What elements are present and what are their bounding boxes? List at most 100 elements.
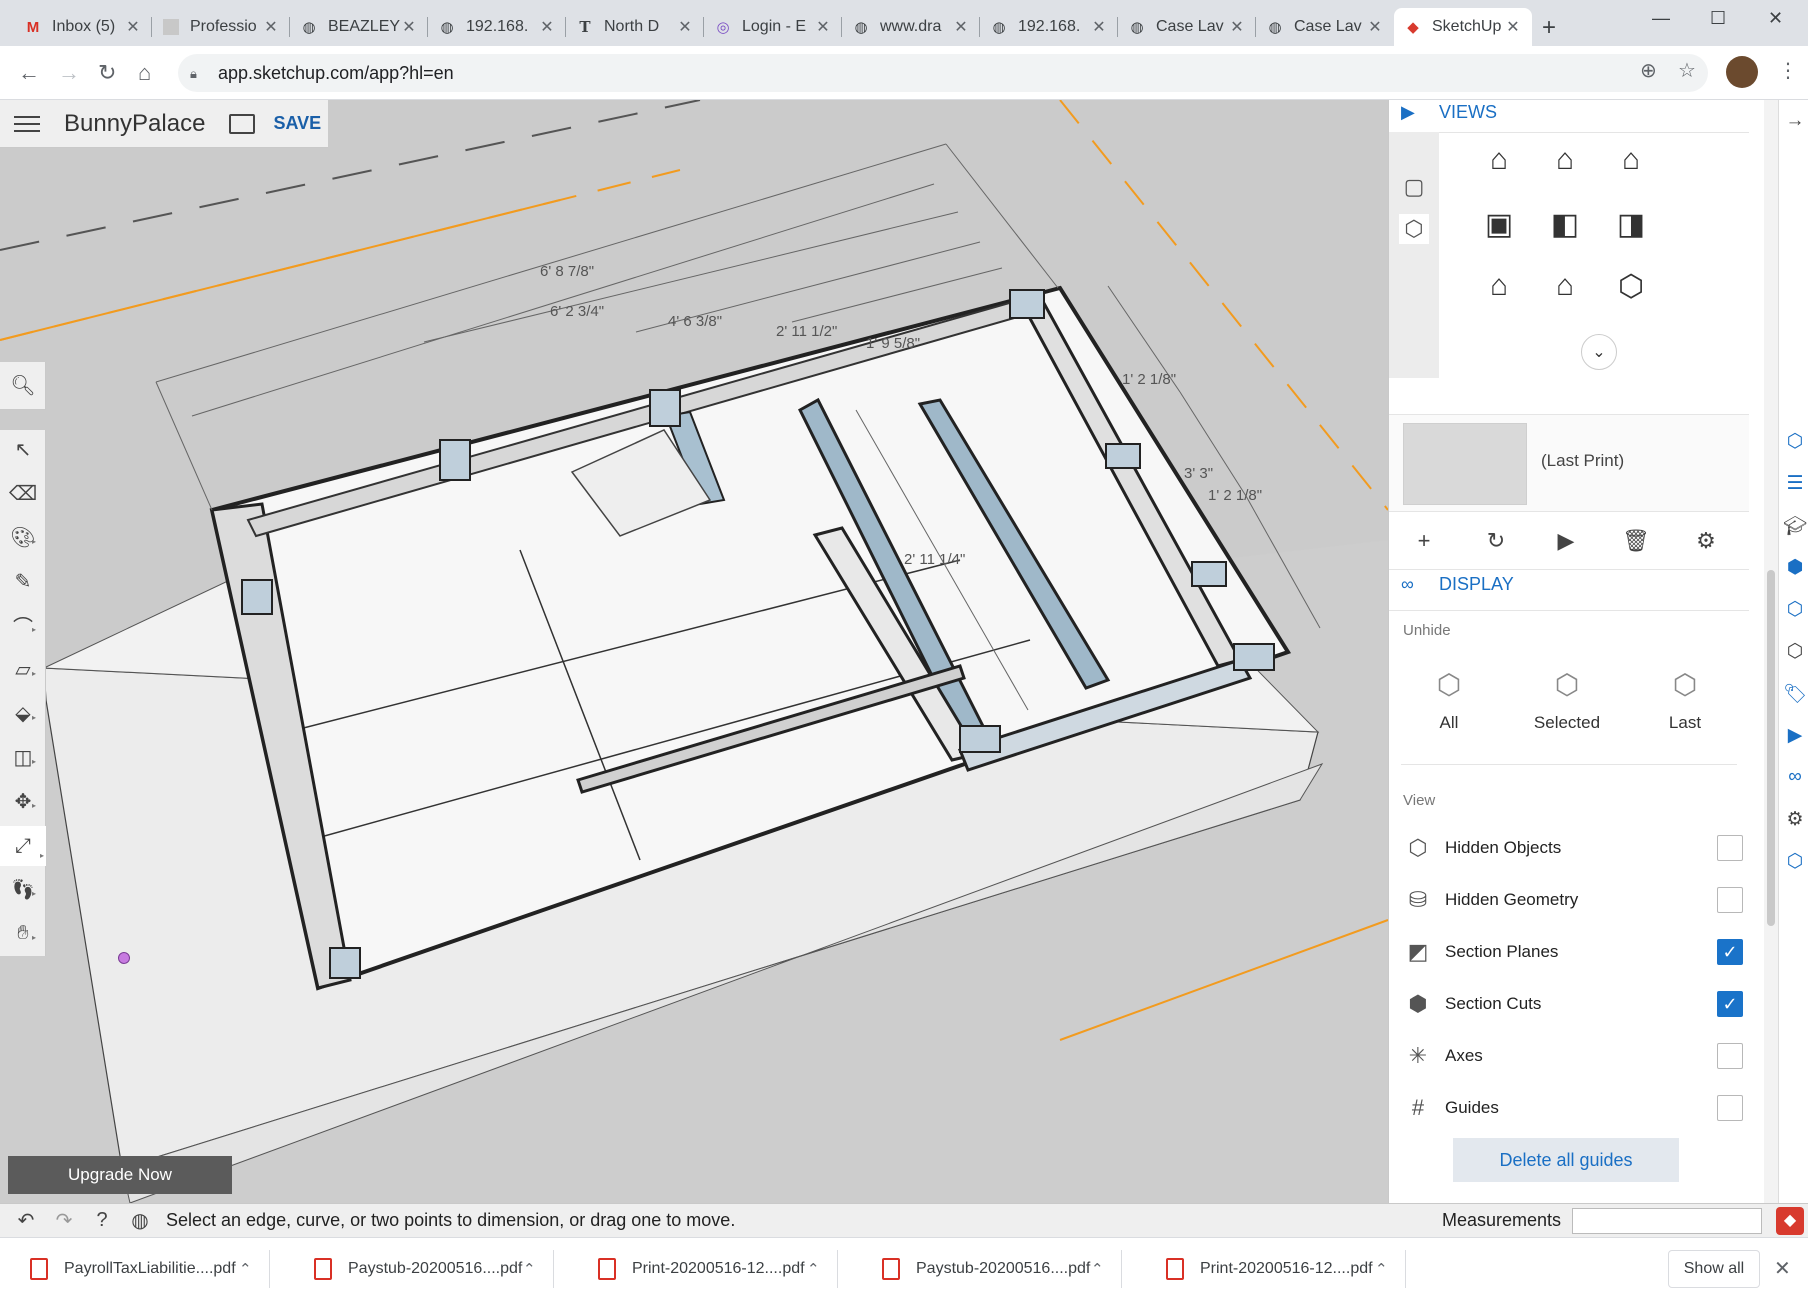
menu-icon[interactable] (14, 111, 40, 137)
gear-icon[interactable]: ⚙ (1691, 528, 1721, 554)
maximize-icon[interactable]: ☐ (1710, 8, 1726, 29)
iso-view-icon[interactable]: ⌂ (1479, 140, 1519, 180)
back-view-icon[interactable]: ◨ (1611, 204, 1651, 244)
search-icon[interactable]: 🔍︎ (8, 370, 38, 400)
chevron-up-icon[interactable]: ⌃ (239, 1260, 269, 1278)
push-pull-tool-icon[interactable]: ⬙ ▸ (8, 698, 38, 728)
close-tab-icon[interactable]: ✕ (814, 17, 832, 37)
address-bar[interactable]: 🔒︎ app.sketchup.com/app?hl=en (178, 54, 1708, 92)
shadows-icon[interactable]: ⚙ (1783, 808, 1807, 831)
add-icon[interactable]: ⊕ (1640, 58, 1657, 83)
close-tab-icon[interactable]: ✕ (952, 17, 970, 37)
browser-tab-active[interactable]: ◆ SketchUp ✕ (1394, 8, 1532, 46)
instructor-icon[interactable]: 🎓︎ (1783, 514, 1807, 538)
section-cuts-checkbox[interactable]: ✓ (1717, 991, 1743, 1017)
browser-tab[interactable]: ◍ www.dra ✕ (842, 8, 980, 46)
play-icon[interactable]: ▶ (1551, 528, 1581, 554)
collapse-panel-icon[interactable]: → (1783, 110, 1807, 132)
scene-item[interactable]: (Last Print) (1389, 414, 1749, 512)
help-icon[interactable]: ? (90, 1209, 114, 1232)
scenes-tray-icon[interactable]: ▶ (1783, 724, 1807, 747)
parallel-view-icon[interactable]: ⬡ (1611, 266, 1651, 306)
cube-view-icon[interactable]: ⬡ (1399, 214, 1429, 244)
bookmark-star-icon[interactable]: ☆ (1678, 58, 1696, 83)
chevron-up-icon[interactable]: ⌃ (1375, 1260, 1405, 1278)
tags-icon[interactable]: 🏷︎ (1783, 682, 1807, 706)
browser-tab[interactable]: ◍ BEAZLEY ✕ (290, 8, 428, 46)
show-all-downloads-button[interactable]: Show all (1668, 1250, 1760, 1288)
close-tab-icon[interactable]: ✕ (1366, 17, 1384, 37)
hidden-geometry-checkbox[interactable] (1717, 887, 1743, 913)
chevron-down-icon[interactable]: ⌄ (1581, 334, 1617, 370)
home-icon[interactable]: ⌂ (138, 60, 151, 86)
rectangle-tool-icon[interactable]: ▱ ▸ (8, 654, 38, 684)
redo-icon[interactable]: ↷ (52, 1208, 76, 1233)
bottom-view-icon[interactable]: ⌂ (1611, 140, 1651, 180)
orbit-tool-icon[interactable]: ✋︎ ▸ (8, 918, 38, 948)
views-header[interactable]: ▶ VIEWS (1401, 102, 1497, 123)
browser-tab[interactable]: ◎ Login - E ✕ (704, 8, 842, 46)
components-icon[interactable]: ⬢ (1783, 556, 1807, 579)
download-item[interactable]: Print-20200516-12....pdf ⌃ (568, 1250, 838, 1288)
top-view-icon[interactable]: ⌂ (1545, 140, 1585, 180)
move-tool-icon[interactable]: ✥ ▸ (8, 786, 38, 816)
download-item[interactable]: Paystub-20200516....pdf ⌃ (284, 1250, 554, 1288)
close-tab-icon[interactable]: ✕ (400, 17, 418, 37)
add-scene-icon[interactable]: + (1409, 528, 1439, 554)
unhide-selected-button[interactable]: ⬡ Selected (1517, 668, 1617, 733)
reload-icon[interactable]: ↻ (98, 60, 116, 86)
select-tool-icon[interactable]: ↖ (8, 434, 38, 464)
paint-tool-icon[interactable]: 🎨︎ ▸ (8, 522, 38, 552)
download-item[interactable]: Paystub-20200516....pdf ⌃ (852, 1250, 1122, 1288)
entity-info-icon[interactable]: ⬡ (1783, 430, 1807, 453)
close-tab-icon[interactable]: ✕ (124, 17, 142, 37)
close-downloads-icon[interactable]: ✕ (1774, 1256, 1791, 1281)
close-window-icon[interactable]: ✕ (1768, 8, 1783, 29)
model-canvas[interactable]: 6' 8 7/8" 6' 2 3/4" 4' 6 3/8" 2' 11 1/2"… (0, 100, 1388, 1203)
unhide-last-button[interactable]: ⬡ Last (1635, 668, 1735, 733)
browser-tab[interactable]: ◍ Case Lav ✕ (1256, 8, 1394, 46)
close-tab-icon[interactable]: ✕ (1090, 17, 1108, 37)
option-section-planes[interactable]: ◩ Section Planes ✓ (1403, 932, 1743, 972)
forward-icon[interactable]: → (58, 60, 80, 86)
solid-inspector-icon[interactable]: ⬡ (1783, 850, 1807, 873)
download-item[interactable]: Print-20200516-12....pdf ⌃ (1136, 1250, 1406, 1288)
panel-scrollbar[interactable] (1764, 100, 1778, 1203)
new-tab-button[interactable]: + (1542, 14, 1556, 42)
save-button[interactable]: SAVE (273, 113, 321, 134)
hidden-objects-checkbox[interactable] (1717, 835, 1743, 861)
browser-tab[interactable]: ◍ 192.168. ✕ (428, 8, 566, 46)
dimension-tool-icon[interactable]: ⤢ ▸ (0, 826, 46, 866)
display-tray-icon[interactable]: ∞ (1783, 766, 1807, 788)
perspective-view-icon[interactable]: ⌂ (1545, 266, 1585, 306)
arc-tool-icon[interactable]: ⌒ ▸ (8, 610, 38, 640)
folder-icon[interactable] (229, 113, 256, 134)
right-view-icon[interactable]: ◧ (1545, 204, 1585, 244)
display-header[interactable]: ∞ DISPLAY (1401, 574, 1514, 595)
guides-checkbox[interactable] (1717, 1095, 1743, 1121)
profile-avatar[interactable] (1726, 56, 1758, 88)
upgrade-button[interactable]: Upgrade Now (8, 1156, 232, 1194)
minimize-icon[interactable]: — (1652, 8, 1670, 29)
search-tool[interactable]: 🔍︎ (0, 362, 46, 410)
pencil-tool-icon[interactable]: ✎ (8, 566, 38, 596)
close-tab-icon[interactable]: ✕ (676, 17, 694, 37)
axes-checkbox[interactable] (1717, 1043, 1743, 1069)
refresh-scene-icon[interactable]: ↻ (1481, 528, 1511, 554)
measurements-input[interactable] (1572, 1208, 1762, 1234)
front-view-icon[interactable]: ▣ (1479, 204, 1519, 244)
download-item[interactable]: PayrollTaxLiabilitie....pdf ⌃ (0, 1250, 270, 1288)
undo-icon[interactable]: ↶ (14, 1208, 38, 1233)
option-hidden-geometry[interactable]: ⛁ Hidden Geometry (1403, 880, 1743, 920)
option-guides[interactable]: # Guides (1403, 1088, 1743, 1128)
browser-tab[interactable]: M Inbox (5) ✕ (14, 8, 152, 46)
chevron-up-icon[interactable]: ⌃ (1091, 1260, 1121, 1278)
styles-icon[interactable]: ⬡ (1783, 640, 1807, 663)
materials-icon[interactable]: ⬡ (1783, 598, 1807, 621)
browser-tab[interactable]: T North D ✕ (566, 8, 704, 46)
chevron-up-icon[interactable]: ⌃ (807, 1260, 837, 1278)
browser-tab[interactable]: Professio ✕ (152, 8, 290, 46)
chevron-up-icon[interactable]: ⌃ (523, 1260, 553, 1278)
close-tab-icon[interactable]: ✕ (1228, 17, 1246, 37)
offset-tool-icon[interactable]: ◫ ▸ (8, 742, 38, 772)
